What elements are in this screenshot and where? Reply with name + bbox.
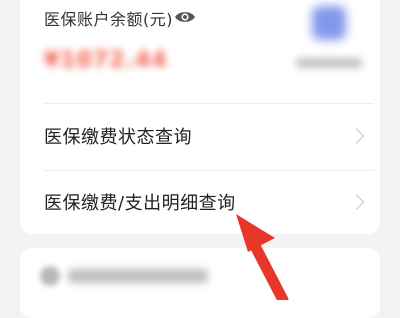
balance-amount: ¥1072.44 (44, 48, 168, 73)
menu-item-label: 医保缴费状态查询 (44, 127, 192, 148)
menu-item-payment-details[interactable]: 医保缴费/支出明细查询 (20, 172, 380, 232)
service-icon[interactable] (312, 6, 346, 40)
menu-item-label: 医保缴费/支出明细查询 (44, 193, 236, 214)
divider (44, 103, 374, 104)
chevron-right-icon (348, 194, 365, 210)
bottom-section-label (68, 269, 208, 283)
chevron-right-icon (348, 128, 365, 144)
menu-item-payment-status[interactable]: 医保缴费状态查询 (20, 106, 380, 166)
bottom-section-card[interactable] (20, 248, 380, 318)
bottom-section-icon (40, 266, 60, 286)
service-label (296, 58, 362, 68)
divider (44, 170, 374, 171)
eye-icon[interactable] (174, 9, 196, 25)
balance-label: 医保账户余额(元) (44, 10, 173, 29)
